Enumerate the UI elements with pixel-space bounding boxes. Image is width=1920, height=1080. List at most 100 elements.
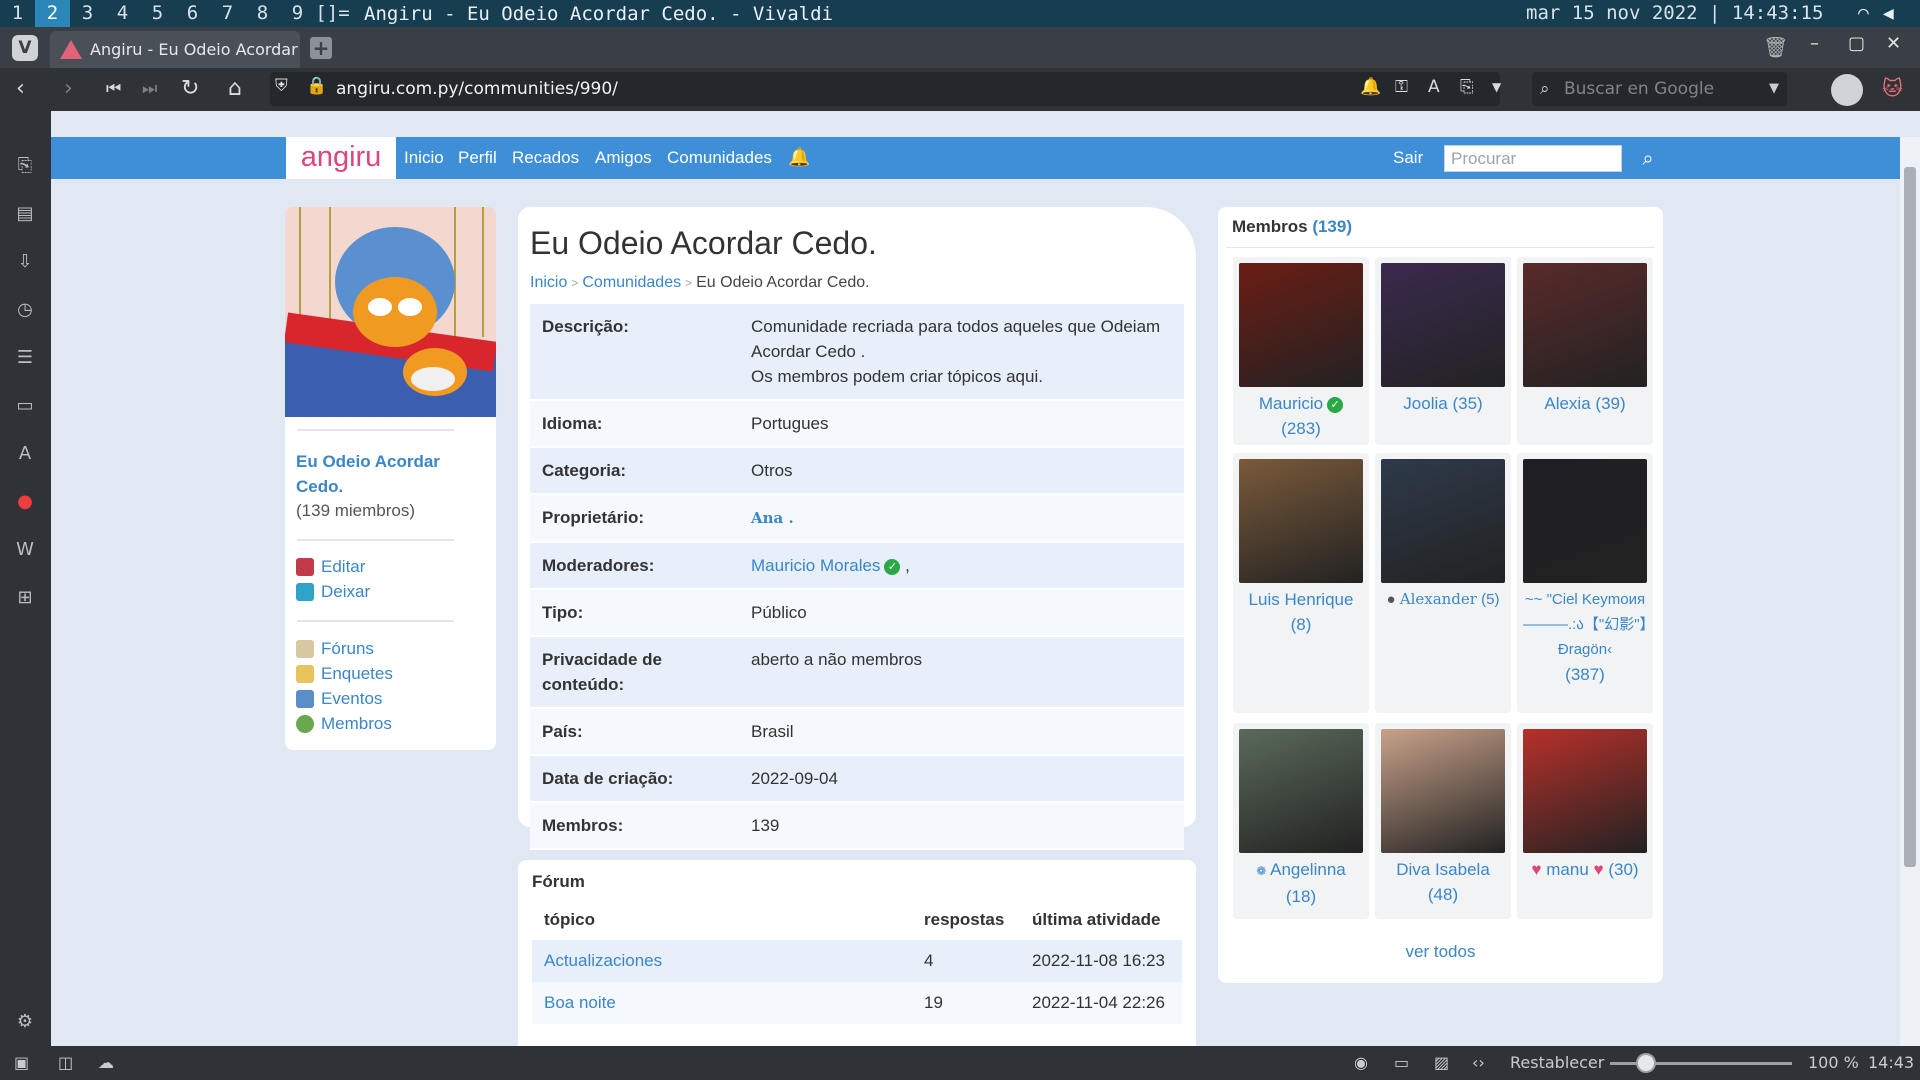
- workspace-9[interactable]: 9: [280, 0, 315, 27]
- member-name-text[interactable]: Angelinna: [1270, 860, 1346, 879]
- workspace-7[interactable]: 7: [210, 0, 245, 27]
- bookmark-icon[interactable]: ⎘: [1460, 77, 1474, 97]
- member-tile[interactable]: Joolia (35): [1375, 257, 1511, 445]
- bookmarks-panel-icon[interactable]: ⎘: [14, 155, 36, 177]
- zoom-slider-knob[interactable]: [1636, 1053, 1656, 1073]
- wifi-icon[interactable]: ◠: [1858, 3, 1869, 24]
- member-name-text[interactable]: Luis Henrique: [1249, 590, 1354, 609]
- forum-topic-link[interactable]: Boa noite: [544, 993, 616, 1012]
- events-link[interactable]: Eventos: [321, 689, 382, 709]
- key-icon[interactable]: ⚿: [1395, 77, 1408, 97]
- member-name-text[interactable]: ~~ "Ciel Keymoия ———.:ა【"幻影"】Ɖragön‹: [1523, 591, 1647, 658]
- fast-forward-icon[interactable]: ⏭: [142, 79, 157, 99]
- chevron-down-icon[interactable]: ▼: [1492, 80, 1501, 94]
- reload-icon[interactable]: ↻: [181, 76, 199, 101]
- shield-icon[interactable]: ⛨: [275, 76, 288, 96]
- see-all-members-link[interactable]: ver todos: [1218, 942, 1663, 962]
- volume-icon[interactable]: ◀: [1883, 3, 1894, 24]
- member-avatar[interactable]: [1523, 729, 1647, 853]
- member-avatar[interactable]: [1239, 263, 1363, 387]
- page-scrollbar[interactable]: [1900, 137, 1920, 1046]
- breadcrumb-inicio[interactable]: Inicio: [530, 274, 567, 291]
- member-name[interactable]: Diva Isabela (48): [1375, 857, 1511, 907]
- url-text[interactable]: angiru.com.py/communities/990/: [336, 79, 618, 99]
- workspace-8[interactable]: 8: [245, 0, 280, 27]
- capture-icon[interactable]: ◉: [1354, 1053, 1368, 1072]
- extension-icon[interactable]: 🐱: [1882, 76, 1903, 100]
- nav-amigos[interactable]: Amigos: [595, 148, 652, 168]
- member-name-text[interactable]: Joolia: [1403, 394, 1447, 413]
- site-notification-bell-icon[interactable]: 🔔: [788, 147, 810, 168]
- rewind-icon[interactable]: ⏮: [106, 79, 121, 99]
- reading-list-icon[interactable]: ▤: [14, 203, 36, 225]
- member-tile[interactable]: Mauricio ✓ (283): [1233, 257, 1369, 445]
- member-name[interactable]: Alexia (39): [1517, 391, 1653, 416]
- forward-icon[interactable]: ›: [64, 76, 73, 101]
- settings-gear-icon[interactable]: ⚙: [14, 1011, 36, 1033]
- layout-indicator[interactable]: []=: [315, 0, 350, 27]
- member-name[interactable]: ♥ manu ♥ (30): [1517, 857, 1653, 882]
- members-action[interactable]: Membros: [296, 714, 392, 734]
- reset-zoom-label[interactable]: Restablecer: [1510, 1053, 1604, 1072]
- site-search-button-icon[interactable]: ⌕: [1633, 145, 1663, 172]
- vivaldi-menu-icon[interactable]: V: [12, 35, 38, 61]
- moderator-link[interactable]: Mauricio Morales: [751, 556, 880, 575]
- closed-tabs-trash-icon[interactable]: 🗑: [1763, 35, 1788, 59]
- edit-link[interactable]: Editar: [321, 557, 365, 577]
- member-avatar[interactable]: [1239, 729, 1363, 853]
- image-icon[interactable]: ▨: [1434, 1053, 1449, 1072]
- window-icon[interactable]: ▭: [1394, 1053, 1409, 1072]
- notification-bell-icon[interactable]: 🔔: [1360, 77, 1381, 97]
- sync-cloud-icon[interactable]: ☁: [98, 1053, 114, 1072]
- workspace-5[interactable]: 5: [140, 0, 175, 27]
- member-avatar[interactable]: [1523, 263, 1647, 387]
- breadcrumb-comunidades[interactable]: Comunidades: [582, 274, 681, 291]
- maximize-icon[interactable]: ▢: [1848, 33, 1865, 54]
- scrollbar-thumb[interactable]: [1904, 167, 1916, 867]
- edit-action[interactable]: Editar: [296, 557, 365, 577]
- member-name[interactable]: ~~ "Ciel Keymoия ———.:ა【"幻影"】Ɖragön‹ (387…: [1517, 587, 1653, 688]
- nav-recados[interactable]: Recados: [512, 148, 579, 168]
- member-avatar[interactable]: [1381, 729, 1505, 853]
- nav-comunidades[interactable]: Comunidades: [667, 148, 772, 168]
- forums-action[interactable]: Fóruns: [296, 639, 374, 659]
- member-name[interactable]: ● Alexander (5): [1375, 587, 1511, 612]
- workspace-4[interactable]: 4: [105, 0, 140, 27]
- tile-tabs-icon[interactable]: ◫: [58, 1053, 73, 1072]
- logout-link[interactable]: Sair: [1393, 148, 1423, 168]
- community-name-link[interactable]: Eu Odeio Acordar Cedo.: [296, 449, 456, 499]
- back-icon[interactable]: ‹: [16, 76, 25, 101]
- workspace-2[interactable]: 2: [35, 0, 70, 27]
- member-tile[interactable]: Alexia (39): [1517, 257, 1653, 445]
- member-tile[interactable]: Luis Henrique (8): [1233, 453, 1369, 713]
- member-tile[interactable]: ● Alexander (5): [1375, 453, 1511, 713]
- member-avatar[interactable]: [1523, 459, 1647, 583]
- lock-icon[interactable]: 🔒: [306, 76, 327, 96]
- page-actions-icon[interactable]: ‹›: [1472, 1053, 1485, 1072]
- owner-link[interactable]: Ana .: [751, 509, 794, 527]
- events-action[interactable]: Eventos: [296, 689, 382, 709]
- add-panel-icon[interactable]: ⊞: [14, 587, 36, 609]
- workspace-3[interactable]: 3: [70, 0, 105, 27]
- forum-topic-link[interactable]: Actualizaciones: [544, 951, 662, 970]
- angiru-logo[interactable]: angiru: [286, 137, 396, 179]
- new-tab-button[interactable]: +: [310, 37, 332, 59]
- downloads-icon[interactable]: ⇩: [14, 251, 36, 273]
- vivaldi-social-icon[interactable]: ●: [14, 491, 36, 513]
- member-name-text[interactable]: manu: [1546, 860, 1589, 879]
- member-name-text[interactable]: Mauricio: [1259, 394, 1323, 413]
- member-name-text[interactable]: Diva Isabela: [1396, 860, 1490, 879]
- member-avatar[interactable]: [1239, 459, 1363, 583]
- member-name[interactable]: ❁ Angelinna (18): [1233, 857, 1369, 909]
- polls-action[interactable]: Enquetes: [296, 664, 393, 684]
- search-engine-dropdown-icon[interactable]: ▼: [1769, 72, 1779, 106]
- tab-angiru[interactable]: Angiru - Eu Odeio Acordar C: [50, 31, 300, 68]
- member-name[interactable]: Joolia (35): [1375, 391, 1511, 416]
- nav-perfil[interactable]: Perfil: [458, 148, 497, 168]
- member-tile[interactable]: Diva Isabela (48): [1375, 723, 1511, 919]
- translate-icon[interactable]: A: [1428, 77, 1440, 97]
- history-icon[interactable]: ◷: [14, 299, 36, 321]
- member-tile[interactable]: ~~ "Ciel Keymoия ———.:ა【"幻影"】Ɖragön‹ (387…: [1517, 453, 1653, 713]
- workspace-1[interactable]: 1: [0, 0, 35, 27]
- members-link[interactable]: Membros: [321, 714, 392, 734]
